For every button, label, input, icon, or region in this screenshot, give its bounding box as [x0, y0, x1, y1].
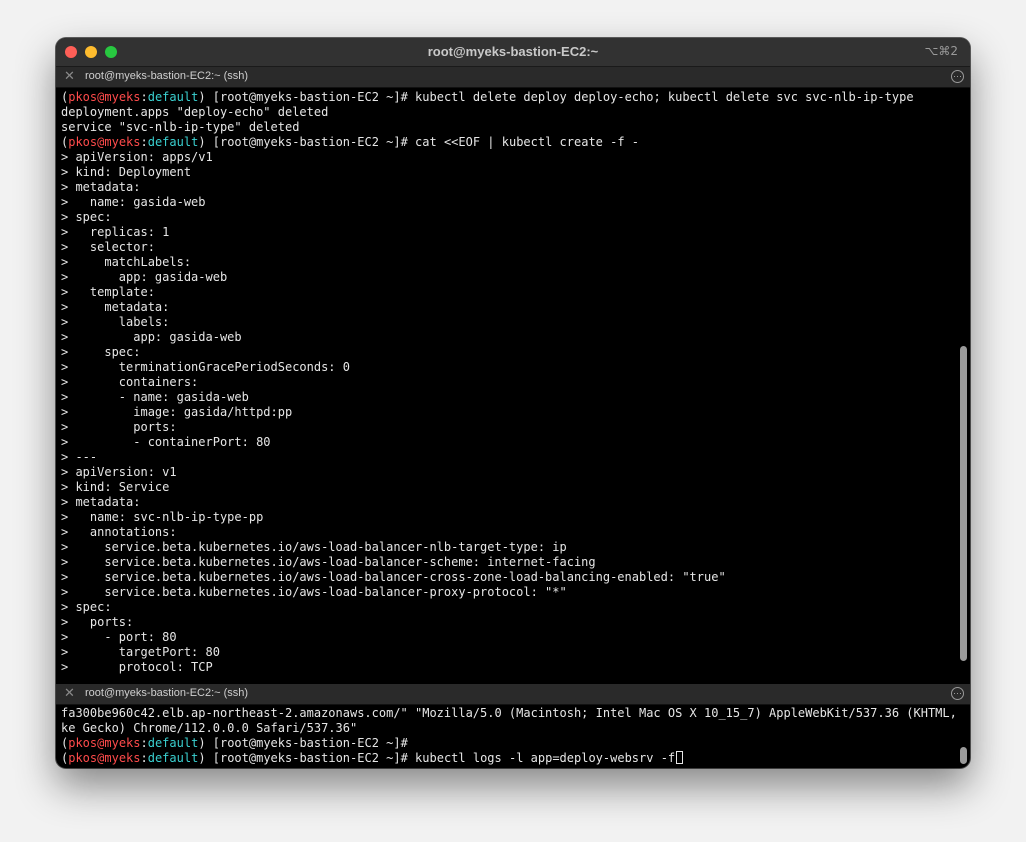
prompt-colon: :: [140, 135, 148, 149]
prompt-line: (pkos@myeks:default) [root@myeks-bastion…: [61, 736, 956, 751]
output-line: > targetPort: 80: [61, 645, 220, 659]
output-line: > app: gasida-web: [61, 270, 228, 284]
command-text: ) [root@myeks-bastion-EC2 ~]# cat <<EOF …: [198, 135, 640, 149]
prompt-colon: :: [140, 736, 148, 750]
pane-1-scrollbar[interactable]: [960, 90, 968, 680]
output-line: > - name: gasida-web: [61, 390, 249, 404]
output-line: > kind: Service: [61, 480, 170, 494]
prompt-host: myeks: [104, 736, 141, 750]
prompt-host: myeks: [104, 90, 141, 104]
output-line: > name: gasida-web: [61, 195, 206, 209]
command-text: ) [root@myeks-bastion-EC2 ~]# kubectl lo…: [198, 751, 676, 765]
prompt-line: (pkos@myeks:default) [root@myeks-bastion…: [61, 135, 956, 150]
pane-2-scroll-thumb[interactable]: [960, 747, 967, 764]
output-line: > service.beta.kubernetes.io/aws-load-ba…: [61, 540, 567, 554]
close-pane-icon[interactable]: ✕: [64, 686, 75, 701]
prompt-line: (pkos@myeks:default) [root@myeks-bastion…: [61, 751, 956, 766]
output-line: > service.beta.kubernetes.io/aws-load-ba…: [61, 570, 726, 584]
output-line: deployment.apps "deploy-echo" deleted: [61, 105, 329, 119]
prompt-context: default: [147, 135, 199, 149]
command-text: ) [root@myeks-bastion-EC2 ~]#: [198, 736, 408, 750]
output-line: > image: gasida/httpd:pp: [61, 405, 293, 419]
output-line: > template:: [61, 285, 155, 299]
prompt-colon: :: [140, 751, 148, 765]
output-line: > - containerPort: 80: [61, 435, 271, 449]
prompt-line: (pkos@myeks:default) [root@myeks-bastion…: [61, 90, 956, 105]
prompt-context: default: [147, 751, 199, 765]
output-line: > spec:: [61, 600, 112, 614]
output-line: > spec:: [61, 210, 112, 224]
output-line: > ---: [61, 450, 98, 464]
prompt-host: myeks: [104, 135, 141, 149]
pane-2-header[interactable]: ✕ root@myeks-bastion-EC2:~ (ssh): [56, 684, 970, 705]
output-line: > service.beta.kubernetes.io/aws-load-ba…: [61, 585, 567, 599]
pane-2-scrollbar[interactable]: [960, 706, 968, 766]
text-cursor: [676, 751, 684, 764]
prompt-colon: :: [140, 90, 148, 104]
prompt-user: pkos: [68, 736, 98, 750]
output-line: ke Gecko) Chrome/112.0.0.0 Safari/537.36…: [61, 721, 358, 735]
window-title: root@myeks-bastion-EC2:~: [427, 44, 599, 59]
output-line: > spec:: [61, 345, 141, 359]
prompt-user: pkos: [68, 135, 98, 149]
output-line: > apiVersion: apps/v1: [61, 150, 213, 164]
more-options-icon[interactable]: [951, 687, 964, 700]
prompt-user: pkos: [68, 90, 98, 104]
close-pane-icon[interactable]: ✕: [64, 69, 75, 84]
output-line: > protocol: TCP: [61, 660, 213, 674]
output-line: > labels:: [61, 315, 170, 329]
output-line: service "svc-nlb-ip-type" deleted: [61, 120, 300, 134]
output-line: > replicas: 1: [61, 225, 170, 239]
prompt-user: pkos: [68, 751, 98, 765]
prompt-context: default: [147, 90, 199, 104]
output-line: > apiVersion: v1: [61, 465, 177, 479]
prompt-context: default: [147, 736, 199, 750]
output-line: > terminationGracePeriodSeconds: 0: [61, 360, 350, 374]
terminal-window: root@myeks-bastion-EC2:~ ⌥⌘2 ✕ root@myek…: [56, 38, 970, 768]
command-text: ) [root@myeks-bastion-EC2 ~]# kubectl de…: [198, 90, 914, 104]
output-line: > service.beta.kubernetes.io/aws-load-ba…: [61, 555, 596, 569]
window-shortcut: ⌥⌘2: [924, 44, 958, 58]
output-line: > containers:: [61, 375, 199, 389]
output-line: > metadata:: [61, 495, 141, 509]
pane-1-scroll-thumb[interactable]: [960, 346, 967, 661]
output-line: > kind: Deployment: [61, 165, 192, 179]
output-line: > selector:: [61, 240, 155, 254]
pane-2-title: root@myeks-bastion-EC2:~ (ssh): [85, 687, 249, 699]
output-line: > metadata:: [61, 180, 141, 194]
pane-1-title: root@myeks-bastion-EC2:~ (ssh): [85, 70, 249, 82]
output-line: > ports:: [61, 615, 134, 629]
output-line: > app: gasida-web: [61, 330, 242, 344]
more-options-icon[interactable]: [951, 70, 964, 83]
output-line: > ports:: [61, 420, 177, 434]
output-line: fa300be960c42.elb.ap-northeast-2.amazona…: [61, 706, 956, 720]
output-line: > annotations:: [61, 525, 177, 539]
pane-1-output[interactable]: (pkos@myeks:default) [root@myeks-bastion…: [61, 90, 956, 678]
prompt-host: myeks: [104, 751, 141, 765]
output-line: > matchLabels:: [61, 255, 192, 269]
title-bar[interactable]: root@myeks-bastion-EC2:~ ⌥⌘2: [56, 38, 970, 67]
output-line: > name: svc-nlb-ip-type-pp: [61, 510, 264, 524]
pane-2-output[interactable]: fa300be960c42.elb.ap-northeast-2.amazona…: [61, 706, 956, 768]
output-line: > - port: 80: [61, 630, 177, 644]
output-line: > metadata:: [61, 300, 170, 314]
pane-1-header[interactable]: ✕ root@myeks-bastion-EC2:~ (ssh): [56, 67, 970, 88]
